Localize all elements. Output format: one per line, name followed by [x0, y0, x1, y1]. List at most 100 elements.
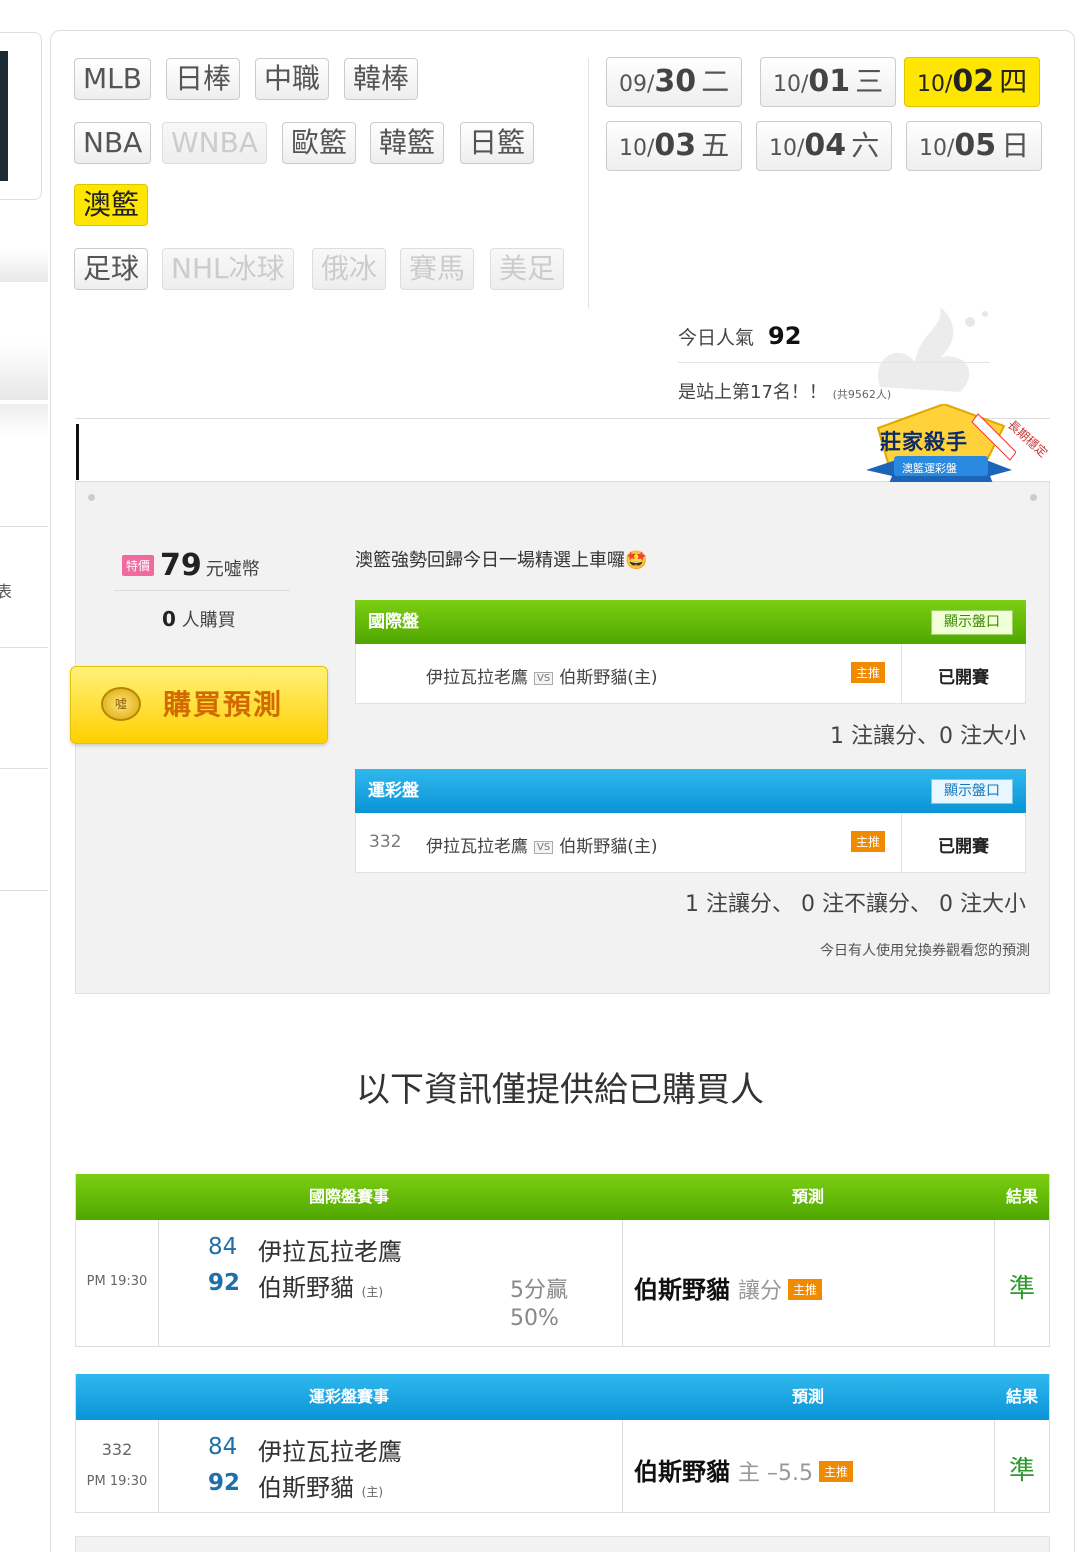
buy-prediction-button[interactable]: 噓 購買預測	[70, 666, 328, 744]
home-score: 92	[208, 1270, 241, 1296]
match-teams: 伊拉瓦拉老鷹 VS 伯斯野貓(主)	[426, 832, 657, 857]
left-divider	[0, 404, 48, 436]
intl-odds-header: 國際盤 顯示盤口	[355, 600, 1026, 644]
divider	[158, 1220, 159, 1346]
buyer-count-value: 0	[162, 607, 176, 631]
buyer-only-heading: 以下資訊僅提供給已購買人	[356, 1070, 764, 1110]
left-sidebar: 表	[0, 0, 50, 1552]
pin-icon	[1030, 494, 1037, 501]
sport-tag-nba[interactable]: NBA	[74, 122, 152, 164]
price: 特價 79 元噓幣	[122, 548, 260, 583]
result-correct: 準	[1008, 1274, 1035, 1304]
text-cursor	[76, 424, 79, 480]
match-status: 已開賽	[938, 668, 989, 688]
away-team: 伊拉瓦拉老鷹	[258, 1238, 402, 1266]
left-divider	[0, 526, 48, 527]
intl-result-table: 國際盤賽事 預測 結果 PM 19:30 84 伊拉瓦拉老鷹 92 伯斯野貓 (…	[75, 1174, 1050, 1347]
vs-icon: VS	[534, 672, 554, 685]
home-team: 伯斯野貓(主)	[559, 837, 658, 857]
special-price-badge: 特價	[122, 555, 155, 576]
date-day: 03	[654, 128, 697, 163]
popularity-value: 92	[768, 322, 802, 350]
date-month: 10/	[773, 72, 809, 97]
sport-tag-cpbl[interactable]: 中職	[255, 58, 330, 100]
main-pick-badge: 主推	[851, 662, 886, 683]
sport-tag-wnba[interactable]: WNBA	[162, 122, 267, 164]
rank-text: 是站上第17名！！ (共9562人)	[678, 378, 891, 404]
sport-tag-nhl[interactable]: NHL冰球	[162, 248, 294, 290]
date-weekday: 三	[855, 65, 884, 98]
sport-tag-kbo[interactable]: 韓棒	[344, 58, 419, 100]
prediction-team: 伯斯野貓	[634, 1458, 730, 1486]
show-odds-button[interactable]: 顯示盤口	[931, 779, 1013, 804]
prediction-description: 澳籃強勢回歸今日一場精選上車囉🤩	[355, 550, 648, 571]
sport-tag-korea-basketball[interactable]: 韓籃	[370, 122, 445, 164]
popularity: 今日人氣 92	[678, 322, 801, 350]
sport-tag-euro-basketball[interactable]: 歐籃	[282, 122, 357, 164]
column-header-match: 運彩盤賽事	[308, 1387, 389, 1406]
prediction: 伯斯野貓主 –5.5 主推	[634, 1452, 853, 1487]
date-day: 05	[954, 128, 997, 163]
lottery-odds-table: 運彩盤 顯示盤口 332 伊拉瓦拉老鷹 VS 伯斯野貓(主) 主推 已開賽	[355, 769, 1026, 873]
divider	[901, 813, 902, 872]
away-score: 84	[208, 1434, 238, 1460]
date-month: 10/	[619, 136, 655, 161]
left-divider	[0, 250, 48, 282]
main-pick-badge: 主推	[851, 831, 886, 852]
date-button[interactable]: 10/05 日	[906, 121, 1043, 171]
voucher-usage-note: 今日有人使用兌換券觀看您的預測	[820, 943, 1030, 959]
match-code: 332	[369, 832, 402, 852]
sport-tag-soccer[interactable]: 足球	[74, 248, 149, 290]
date-button[interactable]: 10/03 五	[606, 121, 743, 171]
buyer-count: 0 人購買	[162, 606, 236, 632]
home-tag: (主)	[361, 1285, 384, 1299]
left-card[interactable]	[0, 32, 42, 200]
date-button[interactable]: 10/04 六	[756, 121, 893, 171]
home-team-name: 伯斯野貓	[258, 1274, 354, 1302]
column-header-match: 國際盤賽事	[308, 1187, 389, 1206]
intl-pick-count: 1 注讓分、0 注大小	[830, 724, 1026, 749]
date-weekday: 二	[701, 65, 730, 98]
page: 表 MLB 日棒 中職 韓棒 NBA WNBA 歐籃 韓籃 日籃 澳籃 足球 N…	[0, 0, 1080, 1552]
sport-tag-japan-basketball[interactable]: 日籃	[460, 122, 535, 164]
prediction: 伯斯野貓 讓分 主推	[634, 1270, 823, 1305]
date-weekday: 六	[851, 129, 880, 162]
pin-icon	[88, 494, 95, 501]
date-button[interactable]: 09/30 二	[606, 57, 743, 107]
date-button[interactable]: 10/01 三	[760, 57, 897, 107]
column-header-prediction: 預測	[791, 1387, 824, 1406]
left-divider	[0, 342, 48, 400]
away-team: 伊拉瓦拉老鷹	[426, 837, 528, 857]
main-pick-badge: 主推	[788, 1279, 823, 1300]
vs-icon: VS	[534, 841, 554, 854]
lottery-pick-count: 1 注讓分、 0 注不讓分、 0 注大小	[685, 892, 1026, 917]
match-time: PM 19:30	[86, 1474, 148, 1489]
show-odds-button[interactable]: 顯示盤口	[931, 610, 1013, 635]
popularity-label: 今日人氣	[678, 327, 755, 349]
prediction-type: 讓分	[738, 1279, 783, 1304]
sport-tag-mlb[interactable]: MLB	[74, 58, 151, 100]
match-row[interactable]: 332 伊拉瓦拉老鷹 VS 伯斯野貓(主) 主推 已開賽	[355, 813, 1026, 873]
match-row[interactable]: 伊拉瓦拉老鷹 VS 伯斯野貓(主) 主推 已開賽	[355, 644, 1026, 704]
date-button-selected[interactable]: 10/02 四	[904, 57, 1041, 107]
sport-tag-npb[interactable]: 日棒	[166, 58, 241, 100]
divider	[901, 644, 902, 703]
date-weekday: 四	[999, 65, 1028, 98]
sport-tag-australia-basketball[interactable]: 澳籃	[74, 184, 149, 226]
result-row: PM 19:30 84 伊拉瓦拉老鷹 92 伯斯野貓 (主) 5分贏 50% 伯…	[76, 1220, 1049, 1346]
lottery-odds-header: 運彩盤 顯示盤口	[355, 769, 1026, 813]
date-day: 04	[804, 128, 847, 163]
divider	[678, 362, 990, 363]
match-teams: 伊拉瓦拉老鷹 VS 伯斯野貓(主)	[426, 663, 657, 688]
home-team: 伯斯野貓 (主)	[258, 1268, 383, 1303]
lottery-odds-title: 運彩盤	[368, 781, 419, 801]
match-time: PM 19:30	[86, 1274, 148, 1289]
sport-tag-horse-racing[interactable]: 賽馬	[400, 248, 475, 290]
sport-tag-khl[interactable]: 俄冰	[312, 248, 387, 290]
sport-tag-nfl[interactable]: 美足	[490, 248, 565, 290]
price-value: 79	[160, 548, 202, 583]
date-month: 10/	[769, 136, 805, 161]
intl-odds-table: 國際盤 顯示盤口 伊拉瓦拉老鷹 VS 伯斯野貓(主) 主推 已開賽	[355, 600, 1026, 704]
column-header-result: 結果	[1005, 1387, 1038, 1406]
left-divider	[0, 647, 48, 648]
